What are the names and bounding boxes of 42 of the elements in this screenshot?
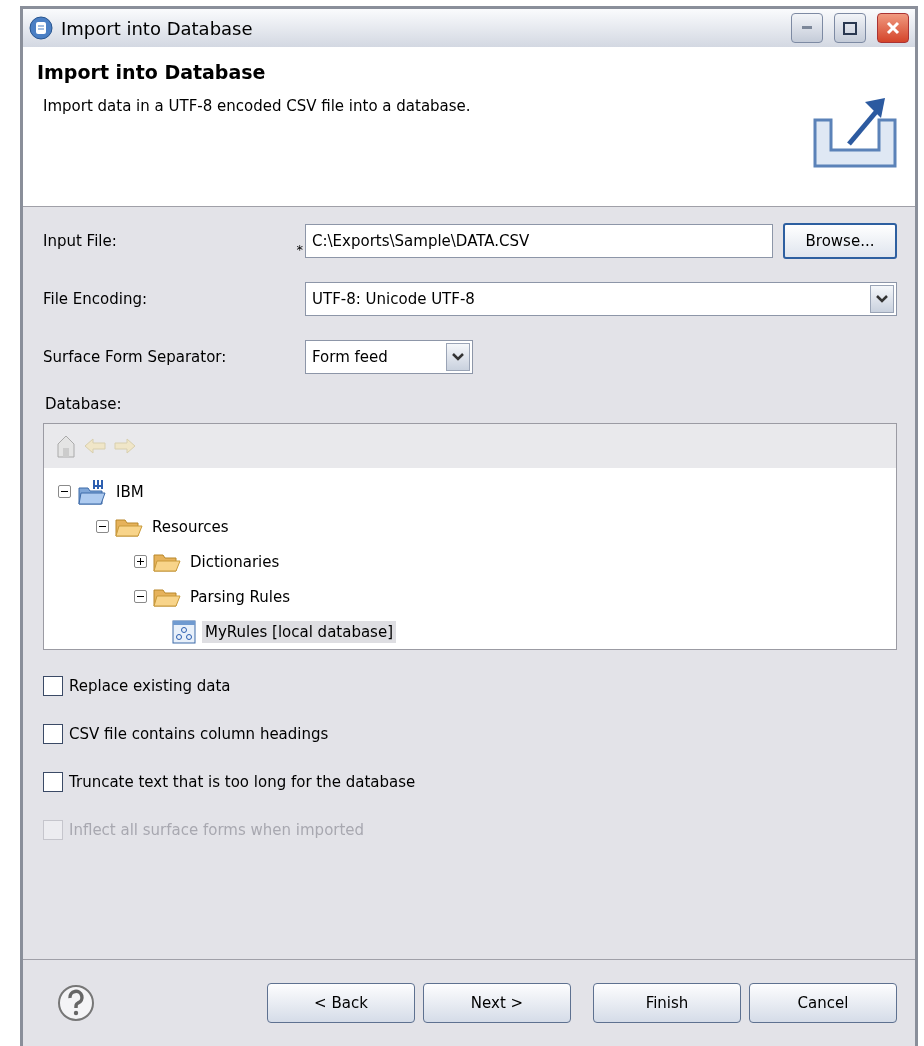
tree-item[interactable]: Resources: [149, 515, 232, 538]
field-label: Input File:: [43, 232, 118, 250]
help-icon[interactable]: [57, 984, 95, 1022]
tree-item[interactable]: IBM: [113, 480, 147, 503]
field-label: Surface Form Separator:: [43, 348, 228, 366]
checkbox-label: CSV file contains column headings: [69, 725, 329, 743]
dialog-button[interactable]: < Back: [267, 983, 415, 1023]
input-file-field[interactable]: C:\Exports\Sample\DATA.CSV: [305, 224, 773, 258]
encoding-dropdown[interactable]: UTF-8: Unicode UTF-8: [305, 282, 897, 316]
dialog-button[interactable]: Cancel: [749, 983, 897, 1023]
maximize-icon: [843, 21, 857, 35]
tree-item[interactable]: Parsing Rules: [187, 585, 293, 608]
window-title: Import into Database: [61, 17, 254, 39]
checkbox[interactable]: [43, 724, 63, 744]
tree-item[interactable]: Dictionaries: [187, 550, 283, 573]
browse-button[interactable]: Browse...: [783, 223, 897, 259]
collapse-icon[interactable]: [58, 485, 71, 498]
minimize-button[interactable]: [791, 13, 823, 43]
checkbox[interactable]: [43, 676, 63, 696]
field-label: Database:: [45, 395, 123, 413]
tree-item[interactable]: MyRules [local database]: [202, 620, 397, 643]
field-label: File Encoding:: [43, 290, 149, 308]
database-folder-icon: [77, 477, 107, 506]
checkbox-label: Inflect all surface forms when imported: [69, 821, 365, 839]
dialog-button[interactable]: Finish: [593, 983, 741, 1023]
required-mark: *: [295, 242, 304, 257]
separator-dropdown[interactable]: Form feed: [305, 340, 473, 374]
dialog-button[interactable]: Next >: [423, 983, 571, 1023]
app-icon: [29, 16, 53, 40]
close-icon: [886, 21, 900, 35]
maximize-button[interactable]: [834, 13, 866, 43]
rules-icon: [172, 619, 196, 644]
close-button[interactable]: [877, 13, 909, 43]
checkbox-label: Replace existing data: [69, 677, 231, 695]
collapse-icon[interactable]: [134, 590, 147, 603]
page-title: Import into Database: [37, 61, 267, 83]
expand-icon[interactable]: [134, 555, 147, 568]
checkbox[interactable]: [43, 772, 63, 792]
checkbox-label: Truncate text that is too long for the database: [69, 773, 416, 791]
page-description: Import data in a UTF-8 encoded CSV file into a database.: [43, 97, 472, 115]
collapse-icon[interactable]: [96, 520, 109, 533]
minimize-icon: [802, 26, 812, 30]
